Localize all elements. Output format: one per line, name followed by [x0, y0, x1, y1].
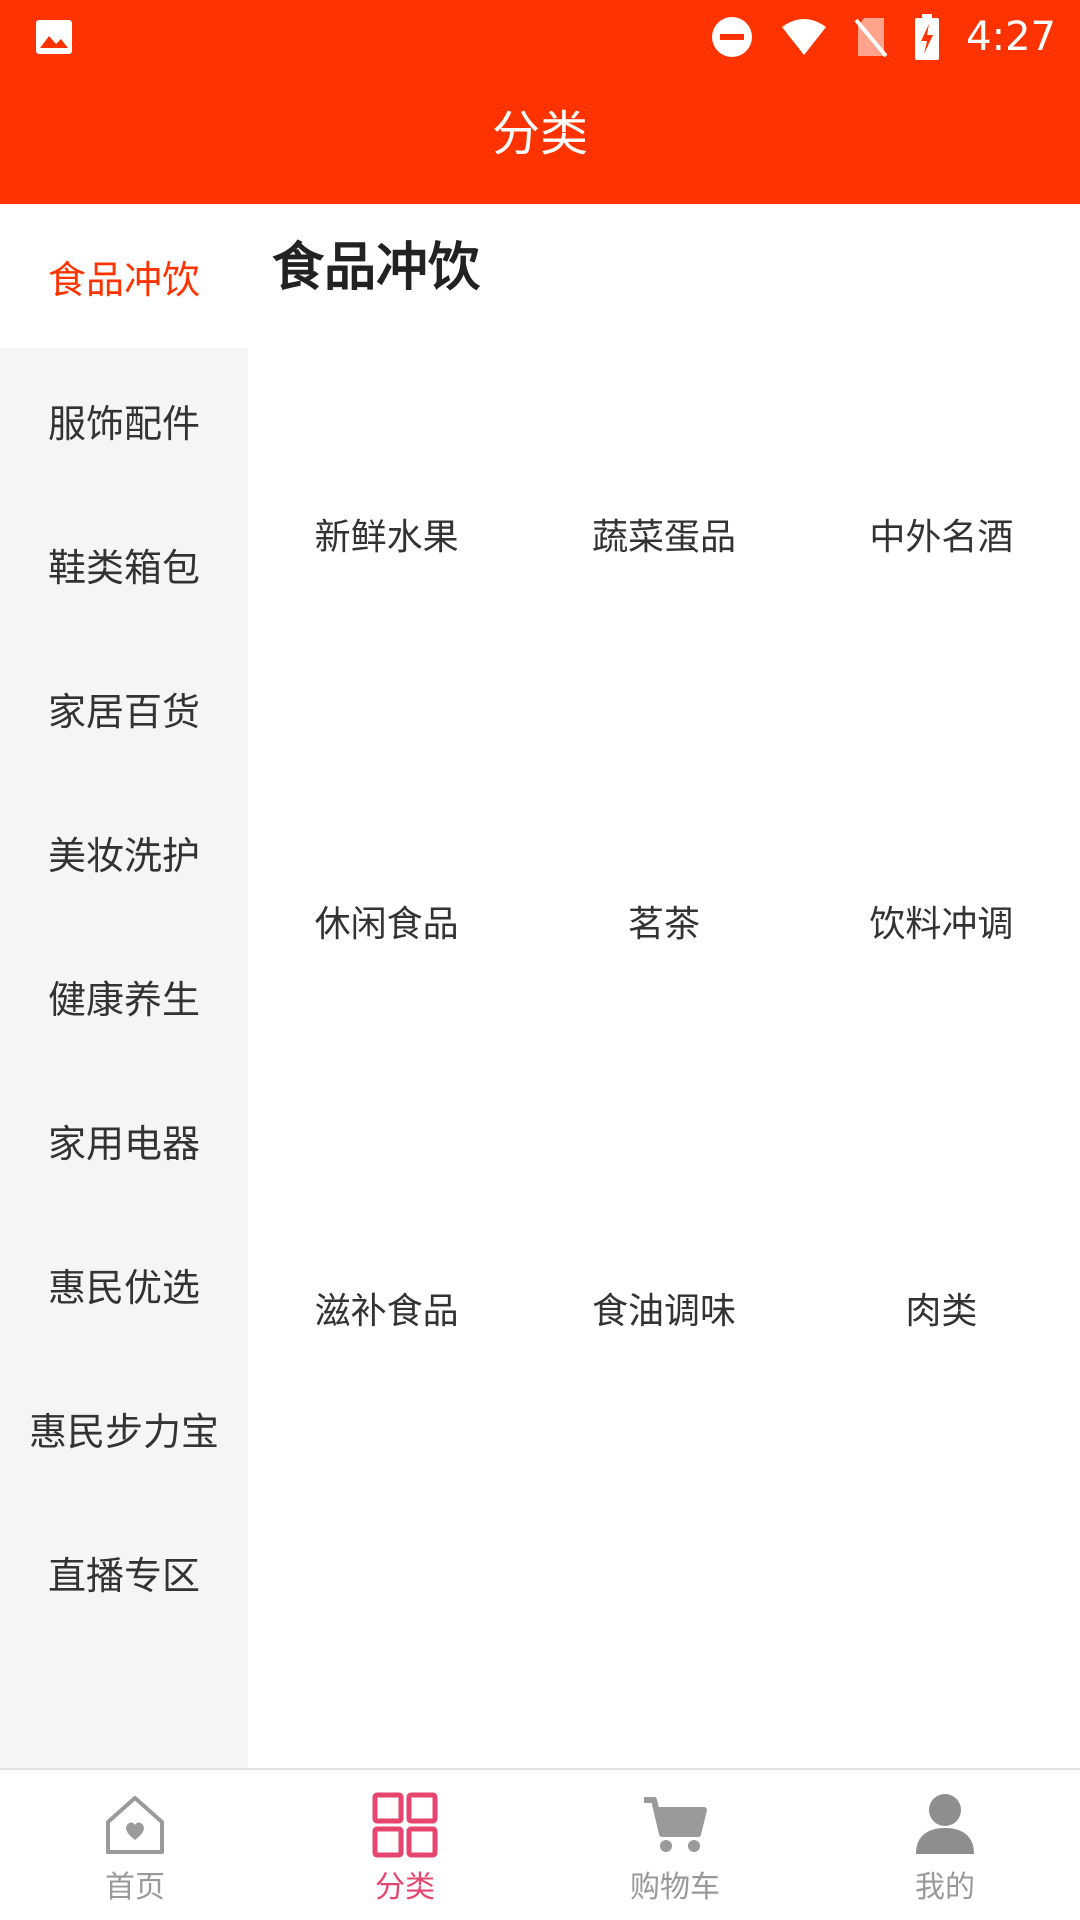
nav-profile[interactable]: 我的	[810, 1770, 1080, 1920]
category-grid-icon	[372, 1792, 438, 1858]
sidebar-item-appliances[interactable]: 家用电器	[0, 1068, 248, 1212]
section-title: 食品冲饮	[272, 238, 481, 298]
nav-label-home: 首页	[105, 1870, 165, 1905]
nav-home[interactable]: 首页	[0, 1770, 270, 1920]
page-title: 分类	[491, 106, 588, 162]
subcategory-item[interactable]: 饮料冲调	[803, 901, 1080, 1288]
sidebar-item-health[interactable]: 健康养生	[0, 924, 248, 1068]
cart-icon	[644, 1797, 707, 1852]
nav-cart[interactable]: 购物车	[540, 1770, 810, 1920]
nav-category[interactable]: 分类	[270, 1770, 540, 1920]
subcategory-item[interactable]: 中外名酒	[803, 514, 1080, 901]
nav-label-profile: 我的	[915, 1870, 975, 1905]
category-content: 食品冲饮 新鲜水果 蔬菜蛋品 中外名酒 休闲食品 茗茶 饮料冲调 滋补食品 食油…	[248, 204, 1080, 1770]
sidebar-item-home-goods[interactable]: 家居百货	[0, 636, 248, 780]
sidebar-item-huimin-bulibao[interactable]: 惠民步力宝	[0, 1356, 248, 1500]
bottom-nav: 首页 分类 购物车 我的	[0, 1768, 1080, 1920]
subcategory-item[interactable]: 蔬菜蛋品	[525, 514, 802, 901]
sidebar-item-shoes-bags[interactable]: 鞋类箱包	[0, 492, 248, 636]
nav-label-category: 分类	[375, 1870, 435, 1905]
subcategory-item[interactable]: 食油调味	[525, 1288, 802, 1675]
sidebar-item-live-zone[interactable]: 直播专区	[0, 1500, 248, 1644]
subcategory-item[interactable]: 休闲食品	[248, 901, 525, 1288]
sidebar-item-apparel[interactable]: 服饰配件	[0, 348, 248, 492]
subcategory-item[interactable]: 肉类	[803, 1288, 1080, 1675]
status-bar: 4:27	[0, 0, 1080, 72]
sidebar-item-beauty[interactable]: 美妆洗护	[0, 780, 248, 924]
image-icon	[36, 20, 72, 54]
nav-label-cart: 购物车	[630, 1870, 720, 1905]
subcategory-item[interactable]: 滋补食品	[248, 1288, 525, 1675]
sidebar-item-food-drinks[interactable]: 食品冲饮	[0, 204, 248, 348]
profile-icon	[916, 1794, 974, 1854]
wifi-icon	[782, 19, 827, 55]
app-header: 4:27 分类	[0, 0, 1080, 204]
category-sidebar: 食品冲饮 服饰配件 鞋类箱包 家居百货 美妆洗护 健康养生 家用电器 惠民优选 …	[0, 204, 248, 1770]
dnd-icon	[712, 17, 753, 57]
sidebar-item-huimin-picks[interactable]: 惠民优选	[0, 1212, 248, 1356]
no-sim-icon	[854, 18, 888, 58]
subcategory-item[interactable]: 新鲜水果	[248, 514, 525, 901]
subcategory-grid: 新鲜水果 蔬菜蛋品 中外名酒 休闲食品 茗茶 饮料冲调 滋补食品 食油调味 肉类	[248, 514, 1080, 1675]
battery-charging-icon	[915, 14, 940, 60]
status-time: 4:27	[966, 14, 1056, 60]
home-icon	[106, 1796, 164, 1854]
status-right-group: 4:27	[710, 10, 1056, 64]
subcategory-item[interactable]: 茗茶	[525, 901, 802, 1288]
